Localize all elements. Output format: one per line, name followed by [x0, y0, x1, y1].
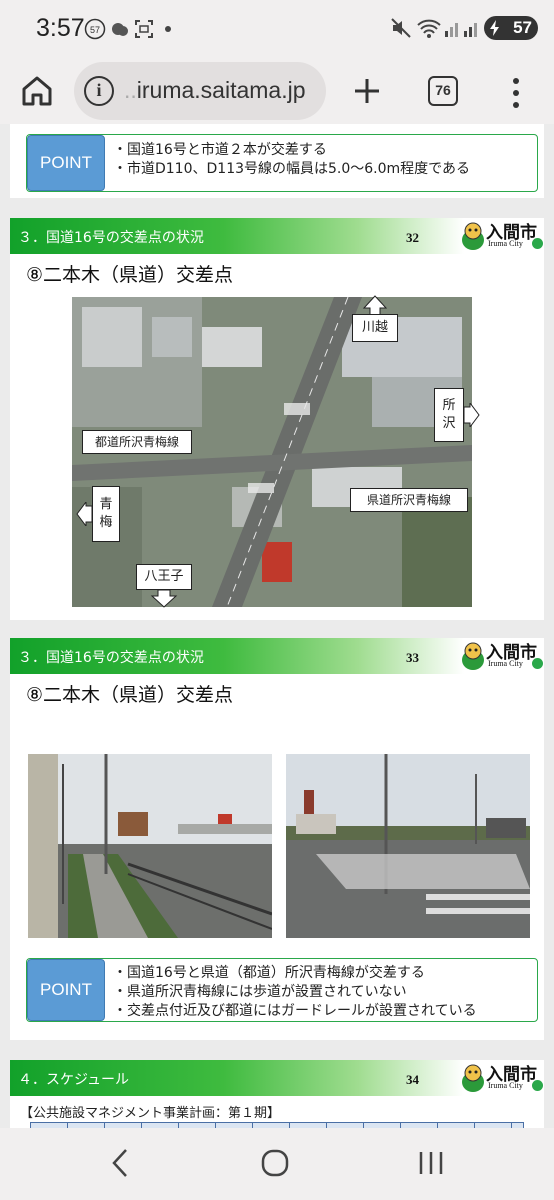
section-header: ３．国道16号の交差点の状況 33 入間市 Iruma City — [10, 638, 544, 674]
menu-icon[interactable] — [508, 76, 524, 110]
back-icon[interactable] — [108, 1146, 132, 1180]
section-title: ３．国道16号の交差点の状況 — [18, 650, 204, 666]
slide-31-partial: POINT 国道16号と市道２本が交差する 市道D110、D113号線の幅員は5… — [10, 124, 544, 198]
ken-road-label: 県道所沢青梅線 — [350, 488, 468, 512]
point-item: 県道所沢青梅線には歩道が設置されていない — [113, 983, 477, 1002]
page-number: 32 — [406, 230, 419, 245]
slide-33: ３．国道16号の交差点の状況 33 入間市 Iruma City ⑧二本木（県道… — [10, 638, 544, 1040]
ome-label: 青 梅 — [76, 486, 126, 542]
url-text[interactable]: ..iruma.saitama.jp — [124, 77, 306, 104]
point-box: POINT 国道16号と県道（都道）所沢青梅線が交差する 県道所沢青梅線には歩道… — [26, 958, 538, 1022]
mute-icon — [391, 18, 411, 38]
tokorozawa-label: 所 沢 — [434, 388, 480, 442]
point-list: 国道16号と市道２本が交差する 市道D110、D113号線の幅員は5.0～6.0… — [113, 141, 470, 179]
logo-sub: Iruma City — [488, 659, 523, 668]
section-title: ４．スケジュール — [18, 1072, 130, 1088]
arrow-down-icon — [150, 590, 178, 608]
slide-32: ３．国道16号の交差点の状況 32 入間市 Iruma City ⑧二本木（県道… — [10, 218, 544, 620]
recents-icon[interactable] — [416, 1146, 446, 1180]
point-badge: POINT — [27, 959, 105, 1021]
plus-icon[interactable] — [350, 74, 384, 108]
iruma-logo: 入間市 Iruma City — [458, 638, 544, 674]
street-photo-right — [286, 754, 530, 938]
weather-icon — [112, 23, 128, 36]
slide-title: ⑧二本木（県道）交差点 — [26, 684, 234, 706]
point-item: 市道D110、D113号線の幅員は5.0～6.0m程度である — [113, 160, 470, 179]
point-item: 交差点付近及び都道にはガードレールが設置されている — [113, 1002, 477, 1021]
clock: 3:57 — [36, 14, 85, 42]
hachioji-label: 八王子 — [136, 564, 192, 608]
logo-sub: Iruma City — [488, 1081, 523, 1090]
kawagoe-label: 川越 — [352, 295, 398, 344]
mascot-icon — [462, 642, 484, 670]
page-number: 33 — [406, 650, 419, 665]
slide-34: ４．スケジュール 34 入間市 Iruma City 【公共施設マネジメント事業… — [10, 1060, 544, 1128]
point-item: 国道16号と市道２本が交差する — [113, 141, 470, 160]
arrow-left-icon — [76, 502, 92, 526]
point-item: 国道16号と県道（都道）所沢青梅線が交差する — [113, 964, 477, 983]
iruma-logo: 入間市 Iruma City — [458, 218, 544, 254]
tabs-icon[interactable]: 76 — [428, 76, 458, 106]
home-icon[interactable] — [20, 74, 54, 108]
status-bar: 3:57 57 57 — [0, 0, 554, 58]
charging-icon — [490, 20, 499, 36]
battery-percent: 57 — [513, 18, 532, 37]
section-header: ４．スケジュール 34 入間市 Iruma City — [10, 1060, 544, 1096]
point-box: POINT 国道16号と市道２本が交差する 市道D110、D113号線の幅員は5… — [26, 134, 538, 192]
battery-indicator: 57 — [484, 16, 538, 40]
notification-count-icon: 57 — [84, 18, 106, 40]
logo-sub: Iruma City — [488, 239, 523, 248]
section-header: ３．国道16号の交差点の状況 32 入間市 Iruma City — [10, 218, 544, 254]
arrow-right-icon — [464, 403, 480, 427]
logo-mark-icon — [532, 238, 543, 249]
screenshot-icon — [135, 20, 153, 38]
iruma-logo: 入間市 Iruma City — [458, 1060, 544, 1096]
toshi-road-label: 都道所沢青梅線 — [82, 430, 192, 454]
page-number: 34 — [406, 1072, 419, 1087]
mascot-icon — [462, 1064, 484, 1092]
info-icon[interactable]: i — [84, 76, 114, 106]
system-nav-bar — [0, 1128, 554, 1200]
address-bar[interactable]: i ..iruma.saitama.jp — [74, 62, 326, 120]
mascot-icon — [462, 222, 484, 250]
dot-icon — [165, 26, 171, 32]
logo-mark-icon — [532, 1080, 543, 1091]
signal-icon-1 — [445, 23, 458, 37]
slide-title: ⑧二本木（県道）交差点 — [26, 264, 234, 286]
logo-mark-icon — [532, 658, 543, 669]
wifi-icon — [417, 19, 441, 38]
svg-text:57: 57 — [90, 25, 100, 35]
home-nav-icon[interactable] — [258, 1146, 292, 1180]
slide-subtitle: 【公共施設マネジメント事業計画：第１期】 — [20, 1106, 281, 1121]
point-list: 国道16号と県道（都道）所沢青梅線が交差する 県道所沢青梅線には歩道が設置されて… — [113, 964, 477, 1021]
point-badge: POINT — [27, 135, 105, 191]
section-title: ３．国道16号の交差点の状況 — [18, 230, 204, 246]
street-photo-left — [28, 754, 272, 938]
browser-toolbar: i ..iruma.saitama.jp 76 — [0, 58, 554, 124]
signal-icon-2 — [464, 23, 477, 37]
